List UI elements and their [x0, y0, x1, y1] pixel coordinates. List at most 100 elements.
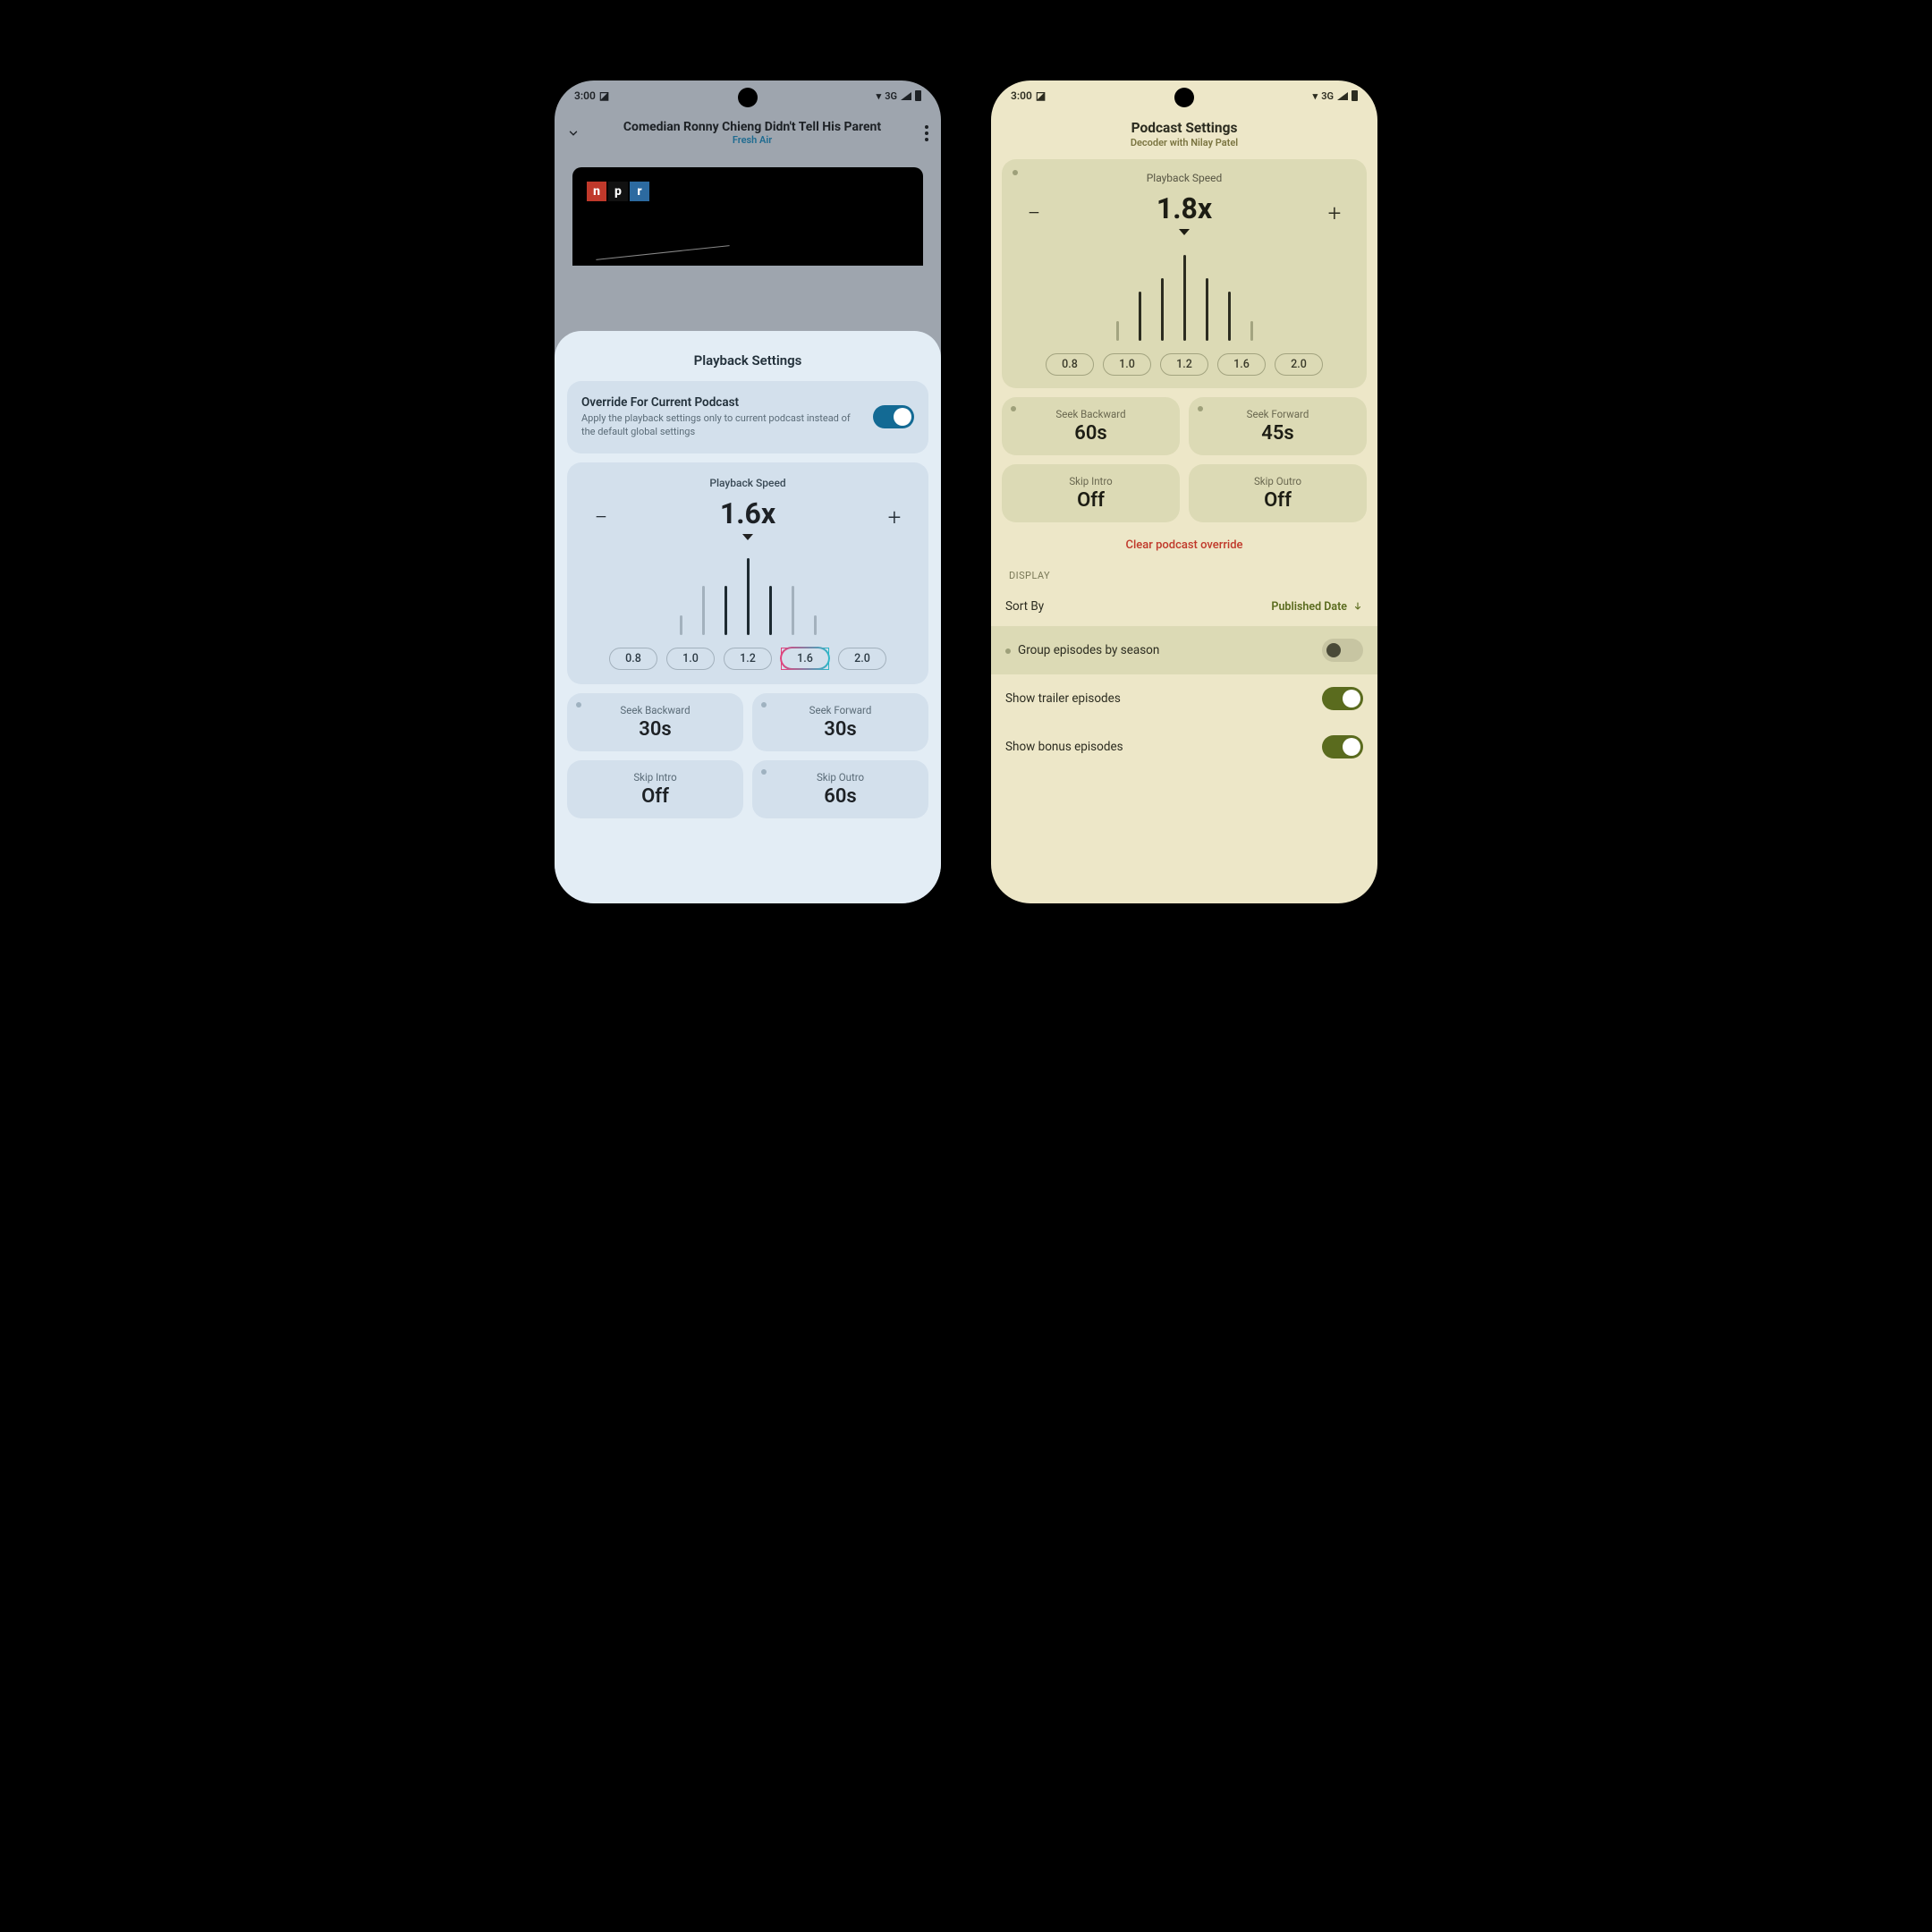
- podcast-subtitle[interactable]: Decoder with Nilay Patel: [1005, 137, 1363, 148]
- arrow-down-icon: [1352, 601, 1363, 612]
- show-bonus-switch[interactable]: [1322, 735, 1363, 758]
- episode-title: Comedian Ronny Chieng Didn't Tell His Pa…: [587, 120, 918, 134]
- playback-speed-card: Playback Speed − 1.6x + 0.8 1.0: [567, 462, 928, 684]
- speed-chip-1.0[interactable]: 1.0: [666, 648, 715, 670]
- skip-outro-card[interactable]: Skip Outro 60s: [752, 760, 928, 818]
- speed-chip-0.8[interactable]: 0.8: [609, 648, 657, 670]
- speed-plus-button[interactable]: +: [1315, 200, 1354, 227]
- override-dot-icon: [1011, 406, 1016, 411]
- skip-outro-card[interactable]: Skip Outro Off: [1189, 464, 1367, 522]
- speed-value: 1.8x: [1157, 191, 1212, 225]
- wifi-icon: ▾: [1313, 90, 1318, 102]
- skip-intro-value: Off: [1007, 489, 1174, 512]
- speed-value: 1.6x: [720, 496, 775, 530]
- override-dot-icon: [761, 769, 767, 775]
- override-desc: Apply the playback settings only to curr…: [581, 412, 862, 439]
- seek-forward-label: Seek Forward: [758, 704, 923, 716]
- skip-intro-card[interactable]: Skip Intro Off: [567, 760, 743, 818]
- group-by-season-label: Group episodes by season: [1018, 643, 1159, 657]
- seek-forward-value: 30s: [758, 718, 923, 741]
- seek-backward-card[interactable]: Seek Backward 60s: [1002, 397, 1180, 455]
- speed-minus-button[interactable]: −: [581, 504, 621, 531]
- battery-icon: [915, 90, 921, 101]
- seek-backward-label: Seek Backward: [572, 704, 738, 716]
- seek-forward-label: Seek Forward: [1194, 408, 1361, 420]
- group-by-season-switch[interactable]: [1322, 639, 1363, 662]
- show-trailers-switch[interactable]: [1322, 687, 1363, 710]
- sort-by-label: Sort By: [1005, 599, 1044, 614]
- playback-settings-sheet: Playback Settings Override For Current P…: [555, 331, 941, 903]
- override-toggle-card[interactable]: Override For Current Podcast Apply the p…: [567, 381, 928, 453]
- phone-b-frame: 3:00 ◪ ▾ 3G Podcast Settings Decoder wit…: [991, 80, 1377, 903]
- speed-chip-1.2[interactable]: 1.2: [724, 648, 772, 670]
- clear-override-button[interactable]: Clear podcast override: [991, 522, 1377, 564]
- override-title: Override For Current Podcast: [581, 395, 862, 410]
- show-name[interactable]: Fresh Air: [587, 134, 918, 146]
- show-bonus-label: Show bonus episodes: [1005, 740, 1123, 754]
- camera-notch: [1174, 88, 1194, 107]
- speed-chip-1.6[interactable]: 1.6: [1217, 353, 1266, 376]
- skip-intro-card[interactable]: Skip Intro Off: [1002, 464, 1180, 522]
- show-trailers-label: Show trailer episodes: [1005, 691, 1121, 706]
- sort-by-row[interactable]: Sort By Published Date: [991, 587, 1377, 626]
- seek-forward-card[interactable]: Seek Forward 45s: [1189, 397, 1367, 455]
- camera-notch: [738, 88, 758, 107]
- override-dot-icon: [1005, 648, 1011, 654]
- sort-by-value: Published Date: [1271, 600, 1347, 614]
- seek-forward-value: 45s: [1194, 422, 1361, 445]
- wifi-icon: ▾: [877, 90, 882, 102]
- now-playing-header: Comedian Ronny Chieng Didn't Tell His Pa…: [555, 111, 941, 155]
- override-dot-icon: [1198, 406, 1203, 411]
- display-section-header: DISPLAY: [991, 564, 1377, 587]
- playback-speed-card: Playback Speed − 1.8x + 0.8 1.0 1.2 1.6 …: [1002, 159, 1367, 388]
- show-trailers-row[interactable]: Show trailer episodes: [991, 674, 1377, 723]
- seek-forward-card[interactable]: Seek Forward 30s: [752, 693, 928, 751]
- clock: 3:00: [1011, 89, 1032, 102]
- speed-chip-1.0[interactable]: 1.0: [1103, 353, 1151, 376]
- signal-icon: [1337, 92, 1348, 100]
- seek-backward-value: 60s: [1007, 422, 1174, 445]
- speed-label: Playback Speed: [1014, 172, 1354, 184]
- speed-presets: 0.8 1.0 1.2 1.6 2.0: [581, 648, 914, 670]
- skip-outro-value: 60s: [758, 785, 923, 808]
- page-title: Podcast Settings: [1005, 120, 1363, 136]
- page-title-block: Podcast Settings Decoder with Nilay Pate…: [991, 111, 1377, 150]
- overflow-menu-icon[interactable]: [925, 125, 928, 141]
- speed-chip-2.0[interactable]: 2.0: [838, 648, 886, 670]
- show-bonus-row[interactable]: Show bonus episodes: [991, 723, 1377, 771]
- speed-chip-1.6[interactable]: 1.6: [781, 648, 829, 670]
- speed-chip-2.0[interactable]: 2.0: [1275, 353, 1323, 376]
- network-label: 3G: [1321, 90, 1334, 102]
- clock: 3:00: [574, 89, 596, 102]
- speed-presets: 0.8 1.0 1.2 1.6 2.0: [1014, 353, 1354, 376]
- collapse-icon[interactable]: [567, 127, 580, 140]
- seek-backward-card[interactable]: Seek Backward 30s: [567, 693, 743, 751]
- phone-a-frame: 3:00 ◪ ▾ 3G Comedian Ronny Chieng Didn't…: [555, 80, 941, 903]
- override-switch[interactable]: [873, 405, 914, 428]
- skip-intro-value: Off: [572, 785, 738, 808]
- network-label: 3G: [885, 90, 897, 102]
- speed-caret-icon: [1179, 229, 1190, 235]
- skip-outro-label: Skip Outro: [1194, 475, 1361, 487]
- speed-dial[interactable]: [1014, 242, 1354, 341]
- speed-caret-icon: [742, 534, 753, 540]
- speed-plus-button[interactable]: +: [875, 504, 914, 531]
- signal-icon: [901, 92, 911, 100]
- sheet-title: Playback Settings: [567, 352, 928, 369]
- skip-outro-label: Skip Outro: [758, 771, 923, 784]
- speed-label: Playback Speed: [581, 477, 914, 489]
- notif-icon: ◪: [599, 89, 609, 102]
- speed-chip-0.8[interactable]: 0.8: [1046, 353, 1094, 376]
- speed-minus-button[interactable]: −: [1014, 200, 1054, 227]
- override-dot-icon: [761, 702, 767, 708]
- seek-backward-value: 30s: [572, 718, 738, 741]
- group-by-season-row[interactable]: Group episodes by season: [991, 626, 1377, 674]
- seek-backward-label: Seek Backward: [1007, 408, 1174, 420]
- speed-dial[interactable]: [581, 546, 914, 635]
- skip-intro-label: Skip Intro: [572, 771, 738, 784]
- override-dot-icon: [1013, 170, 1018, 175]
- episode-artwork: npr: [572, 167, 923, 266]
- skip-outro-value: Off: [1194, 489, 1361, 512]
- speed-chip-1.2[interactable]: 1.2: [1160, 353, 1208, 376]
- battery-icon: [1352, 90, 1358, 101]
